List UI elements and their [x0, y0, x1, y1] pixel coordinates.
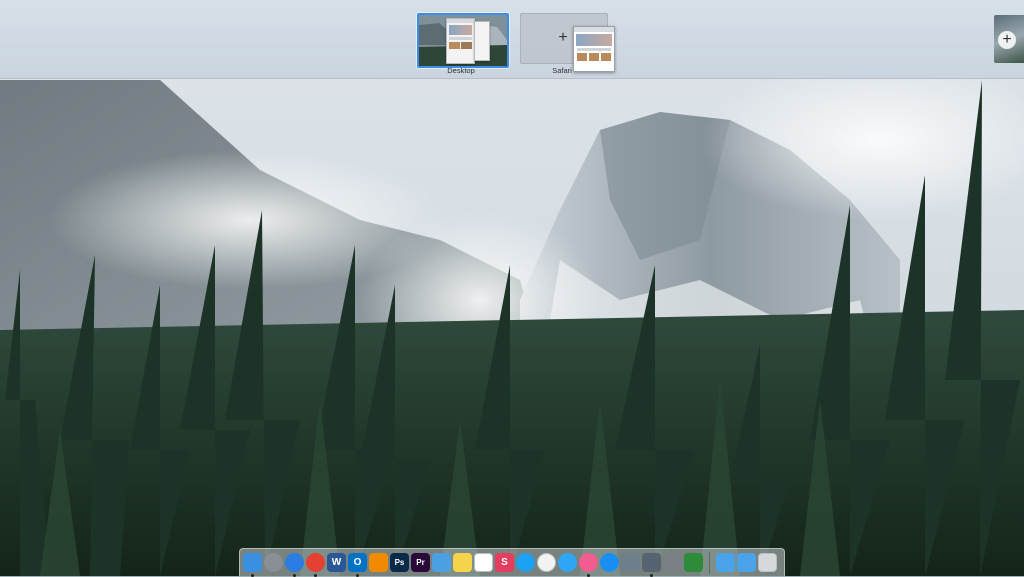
preview-icon[interactable] [621, 553, 640, 572]
space-desktop-thumbnail[interactable] [417, 13, 509, 68]
chrome-icon[interactable] [306, 553, 325, 577]
plus-icon: + [558, 29, 568, 46]
outlook-glyph: O [353, 557, 362, 568]
plus-icon: + [998, 31, 1016, 49]
premiere-glyph: Pr [416, 558, 425, 567]
finder-icon[interactable] [243, 553, 262, 577]
thumbnail-window-small [474, 21, 490, 61]
word-icon[interactable]: W [327, 553, 346, 572]
word-glyph: W [331, 557, 342, 568]
pen-icon[interactable] [432, 553, 451, 572]
space-label-safari: Safari [552, 66, 572, 75]
launchpad-icon[interactable] [264, 553, 283, 572]
camtasia-icon[interactable] [684, 553, 703, 572]
premiere-icon[interactable]: Pr [411, 553, 430, 572]
slack-glyph: S [501, 557, 508, 568]
mission-control-spaces-bar: Desktop + Safari + [0, 0, 1024, 79]
applications-folder-icon[interactable] [716, 553, 735, 572]
downloads-folder-icon[interactable] [737, 553, 756, 572]
system-preferences-icon[interactable] [663, 553, 682, 572]
app-store-icon[interactable] [600, 553, 619, 572]
safari-icon[interactable] [285, 553, 304, 577]
trash-icon[interactable] [758, 553, 777, 572]
screenshot-icon[interactable] [642, 553, 661, 577]
twitter-icon[interactable] [516, 553, 535, 572]
photos-icon[interactable] [537, 553, 556, 572]
slack-icon[interactable]: S [495, 553, 514, 572]
notes-icon[interactable] [453, 553, 472, 572]
messages-icon[interactable] [558, 553, 577, 572]
dock: W O Ps Pr S [239, 548, 785, 577]
dock-separator [709, 551, 710, 574]
vlc-icon[interactable] [369, 553, 388, 572]
itunes-icon[interactable] [579, 553, 598, 577]
add-space-button[interactable]: + [994, 15, 1024, 63]
outlook-icon[interactable]: O [348, 553, 367, 577]
space-label-desktop: Desktop [447, 66, 475, 75]
desktop-thumbnail-image [419, 15, 507, 66]
photoshop-glyph: Ps [394, 558, 405, 567]
photoshop-icon[interactable]: Ps [390, 553, 409, 572]
calendar-icon[interactable] [474, 553, 493, 572]
desktop-wallpaper [0, 0, 1024, 576]
thumbnail-window [446, 18, 475, 64]
